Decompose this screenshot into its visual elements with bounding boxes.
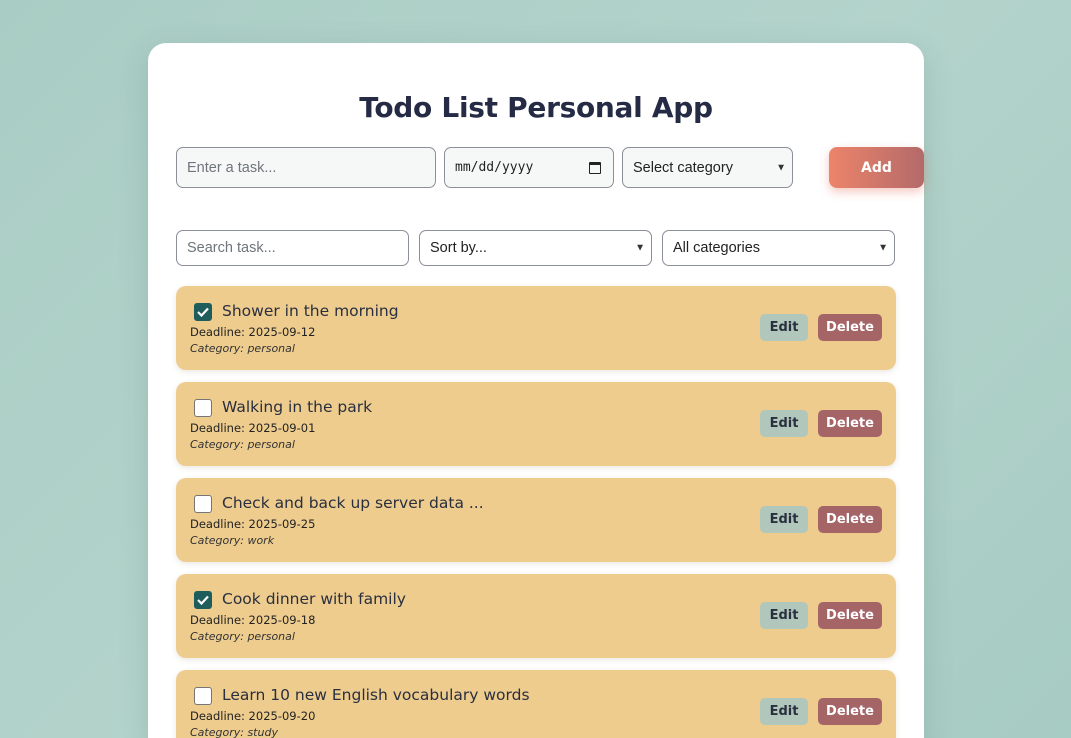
sort-select-value: Sort by... [430, 240, 487, 256]
date-placeholder: mm/dd/yyyy [455, 160, 534, 175]
task-deadline: Deadline: 2025-09-20 [190, 709, 316, 723]
calendar-icon[interactable] [589, 161, 601, 174]
page-title: Todo List Personal App [359, 91, 713, 124]
task-title: Shower in the morning [222, 302, 399, 320]
task-item: Check and back up server data ... Deadli… [176, 478, 896, 562]
task-checkbox[interactable] [194, 303, 212, 321]
task-checkbox[interactable] [194, 687, 212, 705]
task-deadline: Deadline: 2025-09-18 [190, 613, 316, 627]
task-category: Category: work [190, 534, 275, 547]
task-deadline: Deadline: 2025-09-01 [190, 421, 316, 435]
task-category: Category: personal [190, 630, 295, 643]
search-input[interactable]: Search task... [176, 230, 409, 266]
task-title: Cook dinner with family [222, 590, 406, 608]
task-category: Category: study [190, 726, 278, 738]
edit-button[interactable]: Edit [760, 314, 808, 341]
edit-button[interactable]: Edit [760, 506, 808, 533]
edit-button[interactable]: Edit [760, 410, 808, 437]
task-item: Cook dinner with family Deadline: 2025-0… [176, 574, 896, 658]
task-category: Category: personal [190, 438, 295, 451]
delete-button[interactable]: Delete [818, 410, 882, 437]
chevron-down-icon: ▼ [878, 242, 888, 254]
task-deadline: Deadline: 2025-09-25 [190, 517, 316, 531]
category-filter-select[interactable]: All categories ▼ [662, 230, 895, 266]
checkmark-icon [197, 595, 209, 605]
edit-button[interactable]: Edit [760, 602, 808, 629]
task-title: Walking in the park [222, 398, 373, 416]
todo-card: Todo List Personal App Enter a task... m… [148, 43, 924, 738]
filter-bar: Search task... Sort by... ▼ All categori… [176, 230, 896, 266]
add-button[interactable]: Add [829, 147, 924, 188]
add-task-form: Enter a task... mm/dd/yyyy Select catego… [176, 147, 924, 188]
checkmark-icon [197, 307, 209, 317]
category-select[interactable]: Select category ▼ [622, 147, 793, 188]
chevron-down-icon: ▼ [635, 242, 645, 254]
task-item: Learn 10 new English vocabulary words De… [176, 670, 896, 738]
category-filter-value: All categories [673, 240, 761, 256]
task-category: Category: personal [190, 342, 295, 355]
task-title: Check and back up server data ... [222, 494, 484, 512]
task-checkbox[interactable] [194, 399, 212, 417]
task-item: Shower in the morning Deadline: 2025-09-… [176, 286, 896, 370]
task-title: Learn 10 new English vocabulary words [222, 686, 530, 704]
task-deadline: Deadline: 2025-09-12 [190, 325, 316, 339]
task-item: Walking in the park Deadline: 2025-09-01… [176, 382, 896, 466]
delete-button[interactable]: Delete [818, 506, 882, 533]
delete-button[interactable]: Delete [818, 314, 882, 341]
delete-button[interactable]: Delete [818, 602, 882, 629]
task-checkbox[interactable] [194, 495, 212, 513]
edit-button[interactable]: Edit [760, 698, 808, 725]
task-checkbox[interactable] [194, 591, 212, 609]
deadline-date-input[interactable]: mm/dd/yyyy [444, 147, 614, 188]
category-select-value: Select category [633, 159, 733, 176]
chevron-down-icon: ▼ [776, 162, 786, 173]
delete-button[interactable]: Delete [818, 698, 882, 725]
sort-select[interactable]: Sort by... ▼ [419, 230, 652, 266]
task-input[interactable]: Enter a task... [176, 147, 436, 188]
